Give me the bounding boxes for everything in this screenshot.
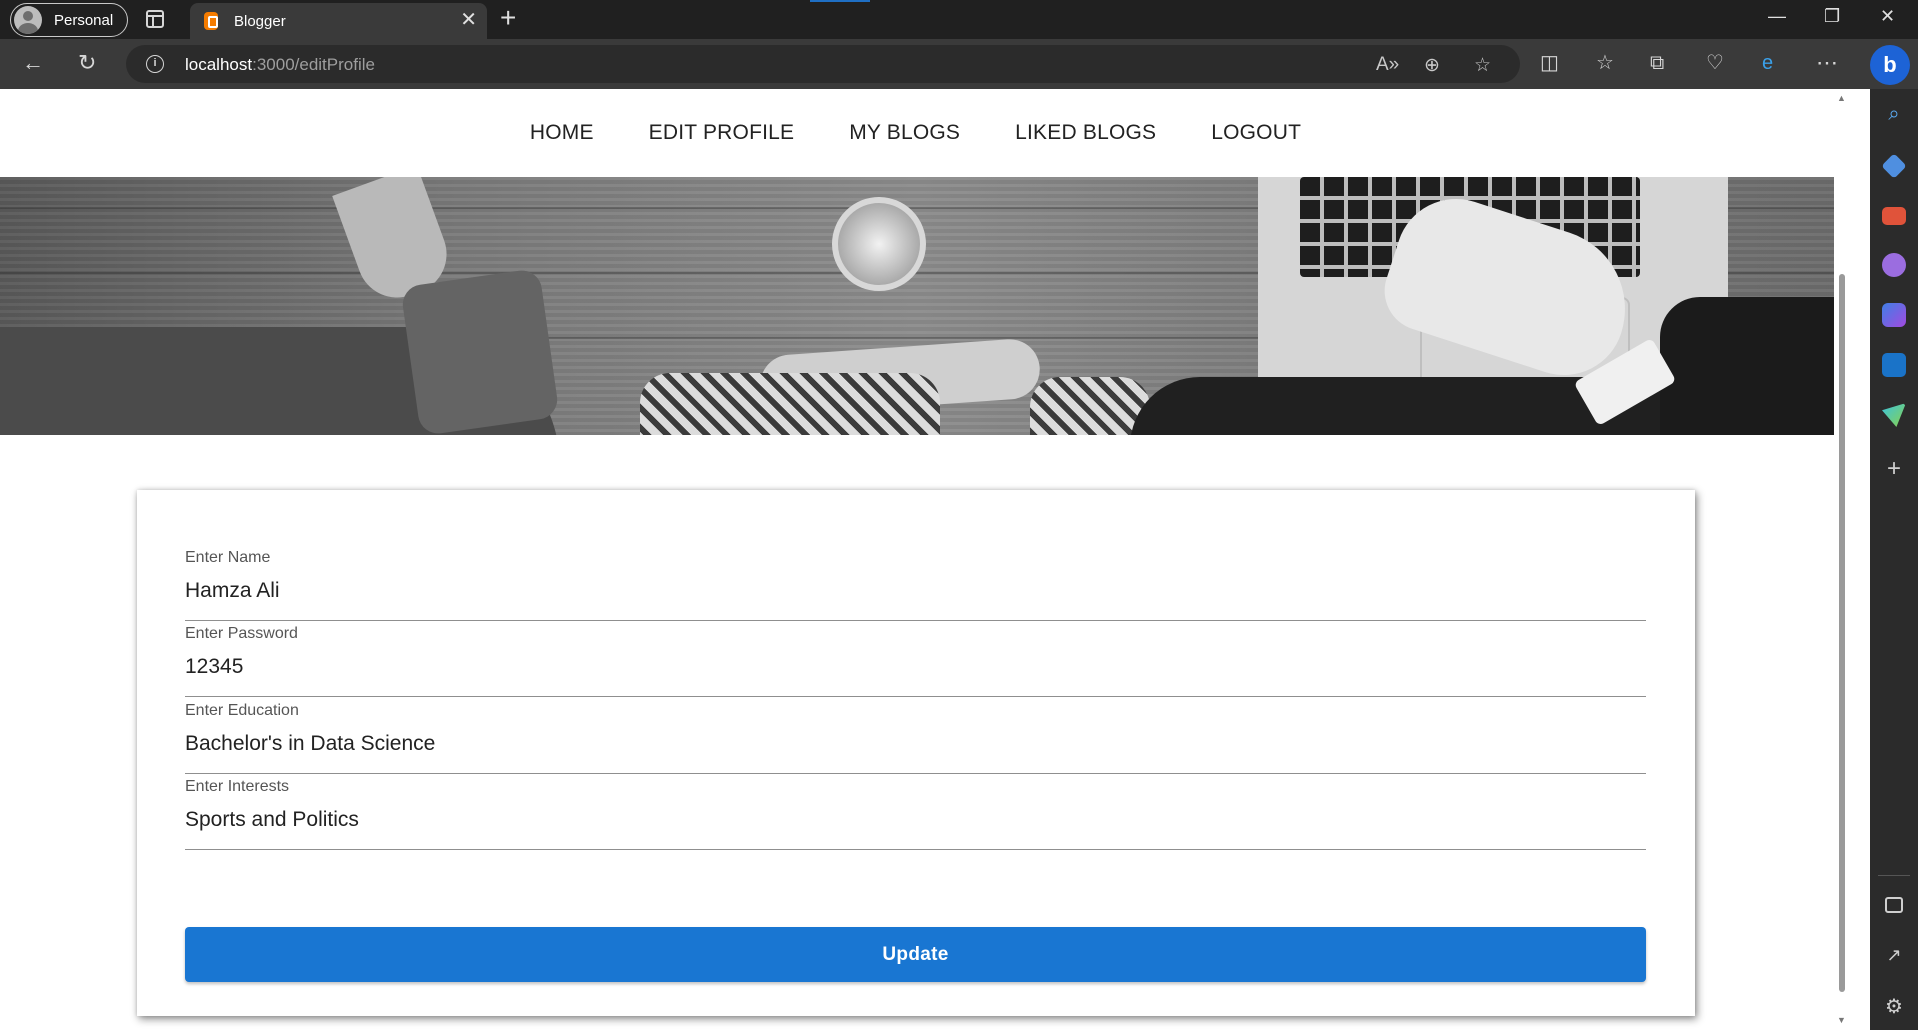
- url-host: localhost: [185, 55, 253, 74]
- interests-field: Enter Interests: [185, 778, 1646, 850]
- split-screen-icon[interactable]: ◫: [1540, 51, 1559, 75]
- site-navigation: HOME EDIT PROFILE MY BLOGS LIKED BLOGS L…: [0, 89, 1834, 177]
- minimize-icon[interactable]: —: [1768, 6, 1786, 27]
- edge-sidebar: ⌕ + ↗ ⚙: [1870, 89, 1918, 1030]
- external-link-icon[interactable]: ↗: [1882, 945, 1906, 969]
- games-icon[interactable]: [1882, 253, 1906, 277]
- avatar: [14, 6, 42, 34]
- page-scrollbar[interactable]: ▲ ▼: [1834, 89, 1850, 1030]
- close-tab-icon[interactable]: ✕: [460, 10, 477, 30]
- interests-field-label: Enter Interests: [185, 778, 290, 795]
- page-viewport: HOME EDIT PROFILE MY BLOGS LIKED BLOGS L…: [0, 89, 1834, 1030]
- browser-toolbar: ← ↻ i localhost:3000/editProfile A» ⊕ ☆ …: [0, 39, 1918, 89]
- nav-my-blogs-link[interactable]: MY BLOGS: [849, 121, 960, 145]
- tab-indicator: [810, 0, 870, 2]
- add-icon[interactable]: +: [1882, 457, 1906, 482]
- close-window-icon[interactable]: ✕: [1880, 6, 1895, 27]
- send-icon[interactable]: [1882, 403, 1906, 427]
- copilot-icon[interactable]: [1882, 303, 1906, 327]
- hero-banner-image: [0, 177, 1834, 435]
- restore-icon[interactable]: ❐: [1824, 6, 1840, 27]
- education-input[interactable]: [185, 724, 1646, 764]
- info-icon[interactable]: i: [146, 55, 164, 73]
- read-aloud-icon[interactable]: A»: [1376, 54, 1399, 76]
- shopping-icon[interactable]: [1881, 153, 1907, 179]
- settings-icon[interactable]: ⚙: [1882, 994, 1906, 1018]
- name-input[interactable]: [185, 571, 1646, 611]
- nav-edit-profile-link[interactable]: EDIT PROFILE: [649, 121, 795, 145]
- password-field: Enter Password: [185, 625, 1646, 697]
- nav-home-link[interactable]: HOME: [530, 121, 594, 145]
- new-tab-icon[interactable]: +: [500, 4, 516, 32]
- education-field-label: Enter Education: [185, 702, 299, 719]
- edge-icon[interactable]: e: [1762, 51, 1773, 75]
- browser-tab[interactable]: Blogger ✕: [190, 3, 487, 39]
- edit-profile-form: Enter Name Enter Password Enter Educatio…: [137, 490, 1695, 1016]
- nav-liked-blogs-link[interactable]: LIKED BLOGS: [1015, 121, 1156, 145]
- back-arrow-icon[interactable]: ←: [22, 51, 44, 75]
- blogger-icon: [204, 12, 218, 30]
- favorites-icon[interactable]: ☆: [1596, 51, 1614, 75]
- collections-icon[interactable]: ⧉: [1650, 51, 1664, 75]
- url-path: :3000/editProfile: [252, 55, 375, 74]
- scrollbar-thumb[interactable]: [1839, 274, 1845, 992]
- password-field-label: Enter Password: [185, 625, 298, 642]
- favorite-star-icon[interactable]: ☆: [1474, 54, 1491, 77]
- password-input[interactable]: [185, 647, 1646, 687]
- bing-chat-icon[interactable]: b: [1870, 45, 1910, 85]
- scroll-down-icon[interactable]: ▼: [1837, 1015, 1846, 1025]
- search-icon[interactable]: ⌕: [1882, 103, 1906, 127]
- profile-button[interactable]: Personal: [10, 3, 128, 37]
- address-bar[interactable]: i localhost:3000/editProfile A» ⊕ ☆: [126, 45, 1520, 83]
- browser-tab-bar: Personal Blogger ✕ + — ❐ ✕: [0, 0, 1918, 39]
- browser-essentials-icon[interactable]: ♡: [1706, 51, 1724, 75]
- name-field-label: Enter Name: [185, 549, 271, 566]
- name-field: Enter Name: [185, 549, 1646, 621]
- profile-label: Personal: [54, 11, 114, 29]
- nav-logout-link[interactable]: LOGOUT: [1211, 121, 1301, 145]
- update-button[interactable]: Update: [185, 927, 1646, 982]
- tab-title: Blogger: [234, 12, 286, 30]
- scroll-up-icon[interactable]: ▲: [1837, 93, 1846, 103]
- sidebar-layout-icon[interactable]: [1885, 897, 1903, 913]
- sidebar-divider: [1878, 875, 1910, 876]
- zoom-icon[interactable]: ⊕: [1424, 54, 1440, 77]
- interests-input[interactable]: [185, 800, 1646, 840]
- url-text[interactable]: localhost:3000/editProfile: [185, 55, 375, 75]
- tab-actions-icon[interactable]: [146, 10, 164, 28]
- education-field: Enter Education: [185, 702, 1646, 774]
- more-icon[interactable]: ⋯: [1816, 51, 1838, 75]
- refresh-icon[interactable]: ↻: [78, 51, 96, 75]
- outlook-icon[interactable]: [1882, 353, 1906, 377]
- tools-icon[interactable]: [1882, 207, 1906, 225]
